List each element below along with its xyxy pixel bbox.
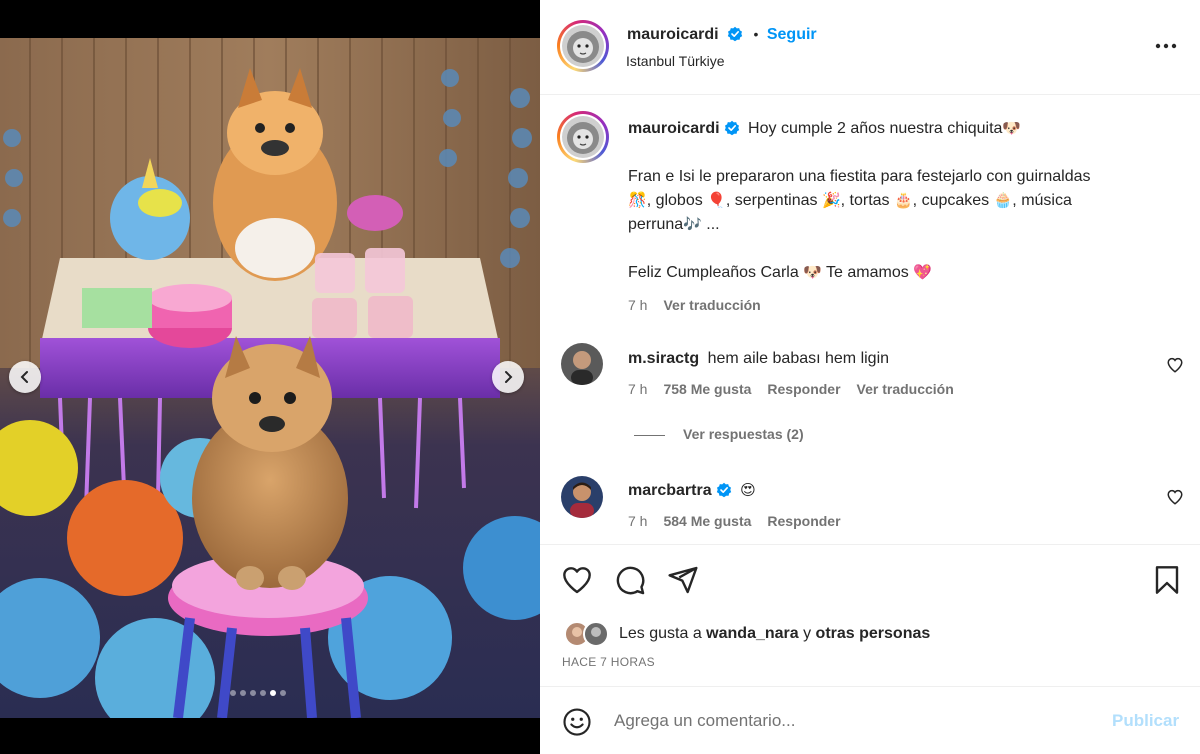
cake-emoji: 🎂 xyxy=(893,192,913,209)
post-photo[interactable] xyxy=(0,38,540,718)
carousel-dot xyxy=(230,690,236,696)
likes-prefix: Les gusta a xyxy=(619,625,707,642)
carousel-dot xyxy=(250,690,256,696)
comment-time: 7 h xyxy=(628,513,648,529)
caption-text: Te amamos xyxy=(821,264,914,281)
carousel-dot xyxy=(280,690,286,696)
share-icon[interactable] xyxy=(667,564,699,596)
caption-paragraph-3: Feliz Cumpleaños Carla 🐶 Te amamos 💖 xyxy=(628,261,1188,285)
post-actions: Les gusta a wanda_nara y otras personas … xyxy=(540,544,1200,686)
caption-avatar[interactable] xyxy=(557,111,609,163)
confetti-emoji: 🎊 xyxy=(628,192,647,209)
dog-emoji: 🐶 xyxy=(803,264,822,281)
liked-by-avatars[interactable] xyxy=(564,621,614,647)
caption-text: , cupcakes xyxy=(912,192,990,209)
user-avatar-image xyxy=(561,476,603,518)
view-replies-label: Ver respuestas (2) xyxy=(683,426,804,442)
reply-button[interactable]: Responder xyxy=(767,381,840,397)
commenter-avatar[interactable] xyxy=(561,343,603,385)
heart-icon[interactable] xyxy=(561,564,593,596)
caption-text: , globos xyxy=(646,192,703,209)
caption-text: Feliz Cumpleaños Carla xyxy=(628,264,804,281)
caption-text: Fran e Isi le prepararon una fiestita pa… xyxy=(628,168,1091,185)
other-likers-link[interactable]: otras personas xyxy=(816,625,931,642)
likes-conjunction: y xyxy=(798,625,816,642)
comments-section: mauroicardi Hoy cumple 2 años nuestra ch… xyxy=(540,96,1200,544)
add-comment-bar: Publicar xyxy=(540,686,1200,754)
carousel-dot xyxy=(260,690,266,696)
like-comment-heart-icon[interactable] xyxy=(1166,356,1184,374)
reply-button[interactable]: Responder xyxy=(767,513,840,529)
chevron-left-icon xyxy=(20,371,28,383)
comment-username[interactable]: m.siractg xyxy=(628,350,699,367)
comment-username[interactable]: marcbartra xyxy=(628,482,712,499)
cupcake-emoji: 🧁 xyxy=(993,192,1013,209)
caption-text: , tortas xyxy=(840,192,890,209)
caption-username[interactable]: mauroicardi xyxy=(628,120,720,137)
comment: m.siractg hem aile babası hem ligin 7 h7… xyxy=(628,347,1148,397)
like-comment-heart-icon[interactable] xyxy=(1166,488,1184,506)
bookmark-icon[interactable] xyxy=(1151,564,1183,596)
balloon-emoji: 🎈 xyxy=(707,192,726,209)
comment-time: 7 h xyxy=(628,381,648,397)
follow-button[interactable]: Seguir xyxy=(767,26,817,43)
comment-likes[interactable]: 584 Me gusta xyxy=(663,513,751,529)
dog-emoji: 🐶 xyxy=(1002,120,1022,137)
comment: marcbartra 😍 7 h 584 Me gusta Responder xyxy=(628,479,1148,529)
author-username[interactable]: mauroicardi xyxy=(627,26,719,43)
author-avatar[interactable] xyxy=(557,20,609,72)
sparkling-heart-emoji: 💖 xyxy=(913,264,932,281)
post-header: mauroicardi • Seguir Istanbul Türkiye xyxy=(540,0,1200,95)
music-notes-emoji: 🎶 xyxy=(683,216,702,233)
carousel-prev-button[interactable] xyxy=(9,361,41,393)
heart-eyes-emoji: 😍 xyxy=(740,482,756,499)
comment-icon[interactable] xyxy=(614,564,646,596)
comment-meta: 7 h 758 Me gusta Responder Ver traducción xyxy=(628,381,1148,397)
liker-username[interactable]: wanda_nara xyxy=(706,625,798,642)
party-popper-emoji: 🎉 xyxy=(821,192,841,209)
caption-text: ... xyxy=(701,216,720,233)
likes-summary: Les gusta a wanda_nara y otras personas xyxy=(619,625,930,643)
media-viewer xyxy=(0,0,540,754)
carousel-dot xyxy=(240,690,246,696)
comment-input[interactable] xyxy=(614,709,1094,733)
caption: mauroicardi Hoy cumple 2 años nuestra ch… xyxy=(628,117,1188,317)
user-avatar-image xyxy=(561,343,603,385)
separator-dot: • xyxy=(753,26,759,42)
publish-button[interactable]: Publicar xyxy=(1112,711,1179,731)
liker-avatars-image xyxy=(564,621,609,647)
lion-avatar-image xyxy=(562,116,604,158)
carousel-next-button[interactable] xyxy=(492,361,524,393)
post-details-panel: mauroicardi • Seguir Istanbul Türkiye ma… xyxy=(540,0,1200,754)
verified-icon xyxy=(716,482,731,498)
verified-icon xyxy=(724,120,739,136)
lion-avatar-image xyxy=(562,25,604,67)
more-icon xyxy=(1155,43,1177,49)
caption-paragraph-2: Fran e Isi le prepararon una fiestita pa… xyxy=(628,165,1188,237)
comment-meta: 7 h 584 Me gusta Responder xyxy=(628,513,1148,529)
view-replies-button[interactable]: Ver respuestas (2) xyxy=(634,426,804,442)
see-translation-link[interactable]: Ver traducción xyxy=(857,381,954,397)
emoji-icon[interactable] xyxy=(562,707,592,737)
caption-time: 7 h xyxy=(628,297,648,313)
carousel-dot-active xyxy=(270,690,276,696)
more-options-button[interactable] xyxy=(1153,36,1179,56)
comment-text: hem aile babası hem ligin xyxy=(707,350,890,367)
verified-icon xyxy=(727,26,743,42)
caption-text: , serpentinas xyxy=(725,192,818,209)
post-photo-illustration xyxy=(0,38,540,718)
caption-text: , música xyxy=(1012,192,1072,209)
post-location[interactable]: Istanbul Türkiye xyxy=(626,53,725,69)
caption-line-1: Hoy cumple 2 años nuestra chiquita xyxy=(748,120,1003,137)
caption-meta: 7 h Ver traducción xyxy=(628,293,1188,317)
caption-text: perruna xyxy=(628,216,684,233)
instagram-post: mauroicardi • Seguir Istanbul Türkiye ma… xyxy=(0,0,1200,754)
comment-likes[interactable]: 758 Me gusta xyxy=(663,381,751,397)
replies-divider xyxy=(634,434,665,436)
commenter-avatar[interactable] xyxy=(561,476,603,518)
post-timestamp[interactable]: HACE 7 HORAS xyxy=(562,655,655,669)
see-translation-link[interactable]: Ver traducción xyxy=(663,297,760,313)
chevron-right-icon xyxy=(505,371,513,383)
carousel-indicator xyxy=(230,690,286,696)
